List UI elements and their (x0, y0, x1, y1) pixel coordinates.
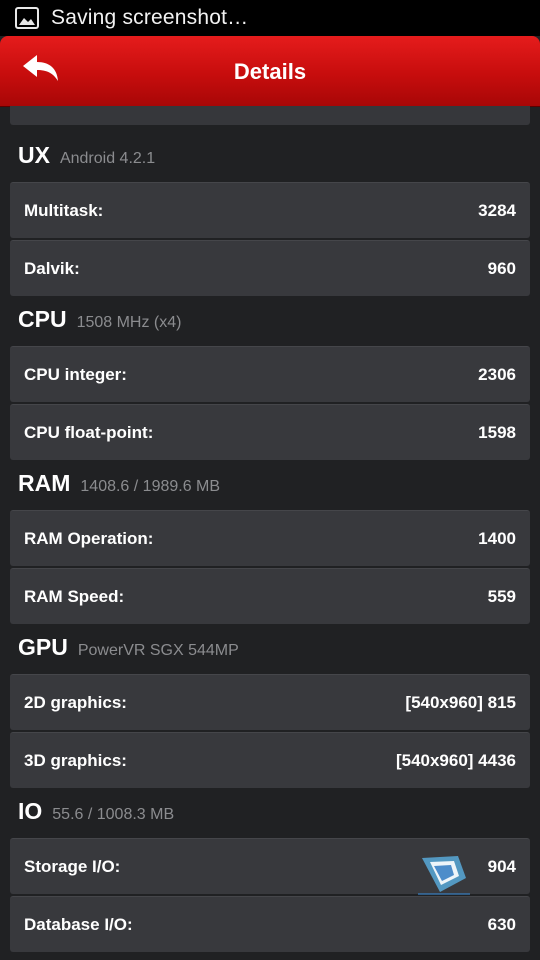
section-header-ram: RAM 1408.6 / 1989.6 MB (18, 470, 220, 510)
row-label: Database I/O: (24, 915, 133, 934)
result-row-cpu-integer: CPU integer: 2306 (10, 346, 530, 402)
row-label: CPU integer: (24, 365, 127, 384)
row-value: 2306 (478, 365, 516, 384)
section-detail: Android 4.2.1 (59, 150, 156, 167)
result-row-cpu-float-point: CPU float-point: 1598 (10, 404, 530, 460)
row-label: RAM Operation: (24, 529, 154, 548)
row-value: 1598 (478, 423, 516, 442)
section-name: CPU (18, 306, 67, 332)
section-header-gpu: GPU PowerVR SGX 544MP (18, 634, 239, 674)
row-value: 559 (487, 587, 516, 606)
section-detail: 55.6 / 1008.3 MB (52, 806, 175, 823)
row-label: Storage I/O: (24, 857, 121, 876)
row-label: Dalvik: (24, 259, 80, 278)
previous-card-edge (10, 106, 530, 125)
row-label: 3D graphics: (24, 751, 127, 770)
row-value: 960 (487, 259, 516, 278)
section-name: UX (18, 142, 50, 168)
section-name: RAM (18, 470, 71, 496)
section-detail: 1508 MHz (x4) (76, 314, 182, 331)
section-name: GPU (18, 634, 68, 660)
result-row-dalvik: Dalvik: 960 (10, 240, 530, 296)
row-value: 904 (487, 857, 516, 876)
status-notification-text: Saving screenshot… (51, 6, 249, 29)
row-value: [540x960] 4436 (395, 751, 516, 770)
image-icon (14, 6, 40, 30)
row-label: 2D graphics: (24, 693, 127, 712)
row-value: 3284 (478, 201, 516, 220)
result-row-ram-speed: RAM Speed: 559 (10, 568, 530, 624)
page-title: Details (233, 59, 307, 84)
row-value: 630 (487, 915, 516, 934)
watermark-logo-icon (418, 852, 470, 896)
row-value: [540x960] 815 (405, 693, 516, 712)
section-header-ux: UX Android 4.2.1 (18, 142, 155, 182)
result-row-2d-graphics: 2D graphics: [540x960] 815 (10, 674, 530, 730)
section-name: IO (18, 798, 43, 824)
row-label: CPU float-point: (24, 423, 154, 442)
row-label: Multitask: (24, 201, 104, 220)
result-row-database-io: Database I/O: 630 (10, 896, 530, 952)
action-bar: Details (0, 36, 540, 106)
result-row-multitask: Multitask: 3284 (10, 182, 530, 238)
status-bar: Saving screenshot… (0, 0, 540, 36)
result-row-ram-operation: RAM Operation: 1400 (10, 510, 530, 566)
result-row-3d-graphics: 3D graphics: [540x960] 4436 (10, 732, 530, 788)
row-label: RAM Speed: (24, 587, 125, 606)
section-header-io: IO 55.6 / 1008.3 MB (18, 798, 174, 838)
row-value: 1400 (478, 529, 516, 548)
section-header-cpu: CPU 1508 MHz (x4) (18, 306, 181, 346)
section-detail: 1408.6 / 1989.6 MB (80, 478, 221, 495)
details-list[interactable]: UX Android 4.2.1 Multitask: 3284 Dalvik:… (0, 106, 540, 960)
section-detail: PowerVR SGX 544MP (77, 642, 239, 659)
